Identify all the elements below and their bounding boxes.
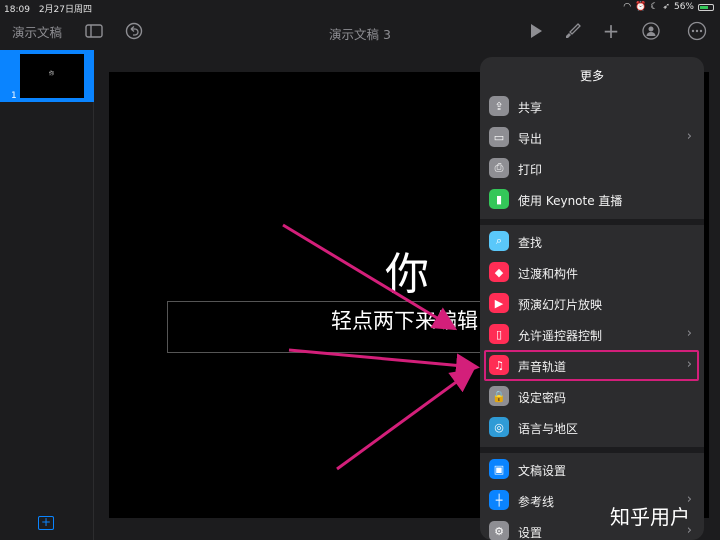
alarm-icon: ⏰	[635, 2, 647, 12]
lock-icon: 🔒	[489, 386, 509, 406]
format-button[interactable]	[563, 20, 583, 42]
location-icon: ➶	[662, 2, 670, 12]
play-icon	[531, 24, 542, 38]
moon-icon: ☾	[650, 2, 659, 12]
slide-thumbnail-selected[interactable]: 你 1	[0, 50, 94, 102]
collaborate-button[interactable]	[640, 20, 662, 42]
slide-subtitle[interactable]: 轻点两下来编辑	[331, 305, 478, 335]
search-icon: ⌕	[489, 231, 509, 251]
paintbrush-icon	[566, 23, 581, 38]
menu-item-keynote-live[interactable]: ▮ 使用 Keynote 直播	[480, 184, 704, 215]
chevron-right-icon: ›	[686, 326, 692, 341]
menu-item-rehearse[interactable]: ▶ 预演幻灯片放映	[480, 288, 704, 319]
slide-navigator: 你 1 +	[0, 50, 94, 540]
more-button[interactable]	[686, 20, 708, 42]
menu-item-label: 过渡和构件	[518, 267, 579, 281]
globe-icon: ◎	[489, 417, 509, 437]
wifi-icon: ◠	[623, 2, 632, 12]
slide-thumbnail[interactable]: 你	[20, 54, 84, 98]
menu-item-label: 共享	[518, 101, 543, 115]
menu-item-print[interactable]: ⎙ 打印	[480, 153, 704, 184]
status-bar: 18:09 2月27日周四 ◠ ⏰ ☾ ➶ 56%	[0, 0, 720, 15]
watermark: 知乎用户	[610, 505, 690, 529]
share-icon: ⇪	[489, 96, 509, 116]
keynote-live-icon: ▮	[489, 189, 509, 209]
document-setup-icon: ▣	[489, 459, 509, 479]
menu-item-label: 设置	[518, 526, 543, 540]
menu-item-label: 预演幻灯片放映	[518, 298, 603, 312]
thumbnail-text: 你	[49, 71, 55, 77]
menu-item-label: 语言与地区	[518, 422, 579, 436]
menu-item-document-setup[interactable]: ▣ 文稿设置	[480, 454, 704, 485]
slide-title[interactable]: 你	[339, 238, 475, 302]
gear-icon: ⚙	[489, 521, 509, 540]
collaborate-icon	[642, 22, 660, 40]
menu-item-globe[interactable]: ◎ 语言与地区	[480, 412, 704, 443]
more-menu: 更多 ⇪ 共享 ▭ 导出 › ⎙ 打印 ▮ 使用 Keynote 直播 ⌕ 查找 ◆ 过渡和构件 ▶ 预演幻…	[480, 57, 704, 540]
ellipsis-icon	[687, 21, 707, 41]
menu-separator	[480, 447, 704, 453]
menu-title: 更多	[579, 69, 604, 83]
menu-item-label: 参考线	[518, 495, 555, 509]
print-icon: ⎙	[489, 158, 509, 178]
play-button[interactable]	[527, 20, 545, 42]
menu-item-remote[interactable]: ▯ 允许遥控器控制 ›	[480, 319, 704, 350]
menu-item-label: 打印	[518, 163, 543, 177]
add-button[interactable]: +	[601, 19, 621, 43]
transition-icon: ◆	[489, 262, 509, 282]
battery-icon	[698, 3, 714, 11]
menu-item-search[interactable]: ⌕ 查找	[480, 226, 704, 257]
menu-item-label: 使用 Keynote 直播	[518, 194, 623, 208]
toolbar: 演示文稿 演示文稿 3 +	[0, 14, 720, 50]
plus-icon: +	[602, 19, 620, 43]
rehearse-icon: ▶	[489, 293, 509, 313]
menu-item-label: 设定密码	[518, 391, 567, 405]
battery-percent: 56%	[673, 2, 694, 12]
guides-icon: ┼	[489, 490, 509, 510]
menu-separator	[480, 219, 704, 225]
menu-item-label: 导出	[518, 132, 543, 146]
chevron-right-icon: ›	[686, 129, 692, 144]
export-icon: ▭	[489, 127, 509, 147]
remote-icon: ▯	[489, 324, 509, 344]
menu-item-label: 查找	[518, 236, 543, 250]
add-slide-button[interactable]: +	[38, 516, 54, 530]
menu-item-label: 文稿设置	[518, 464, 567, 478]
menu-item-transition[interactable]: ◆ 过渡和构件	[480, 257, 704, 288]
annotation-highlight-box	[484, 350, 699, 381]
plus-icon: +	[40, 515, 52, 529]
menu-item-share[interactable]: ⇪ 共享	[480, 91, 704, 122]
menu-item-export[interactable]: ▭ 导出 ›	[480, 122, 704, 153]
menu-item-label: 允许遥控器控制	[518, 329, 603, 343]
menu-item-lock[interactable]: 🔒 设定密码	[480, 381, 704, 412]
slide-number: 1	[11, 91, 17, 101]
